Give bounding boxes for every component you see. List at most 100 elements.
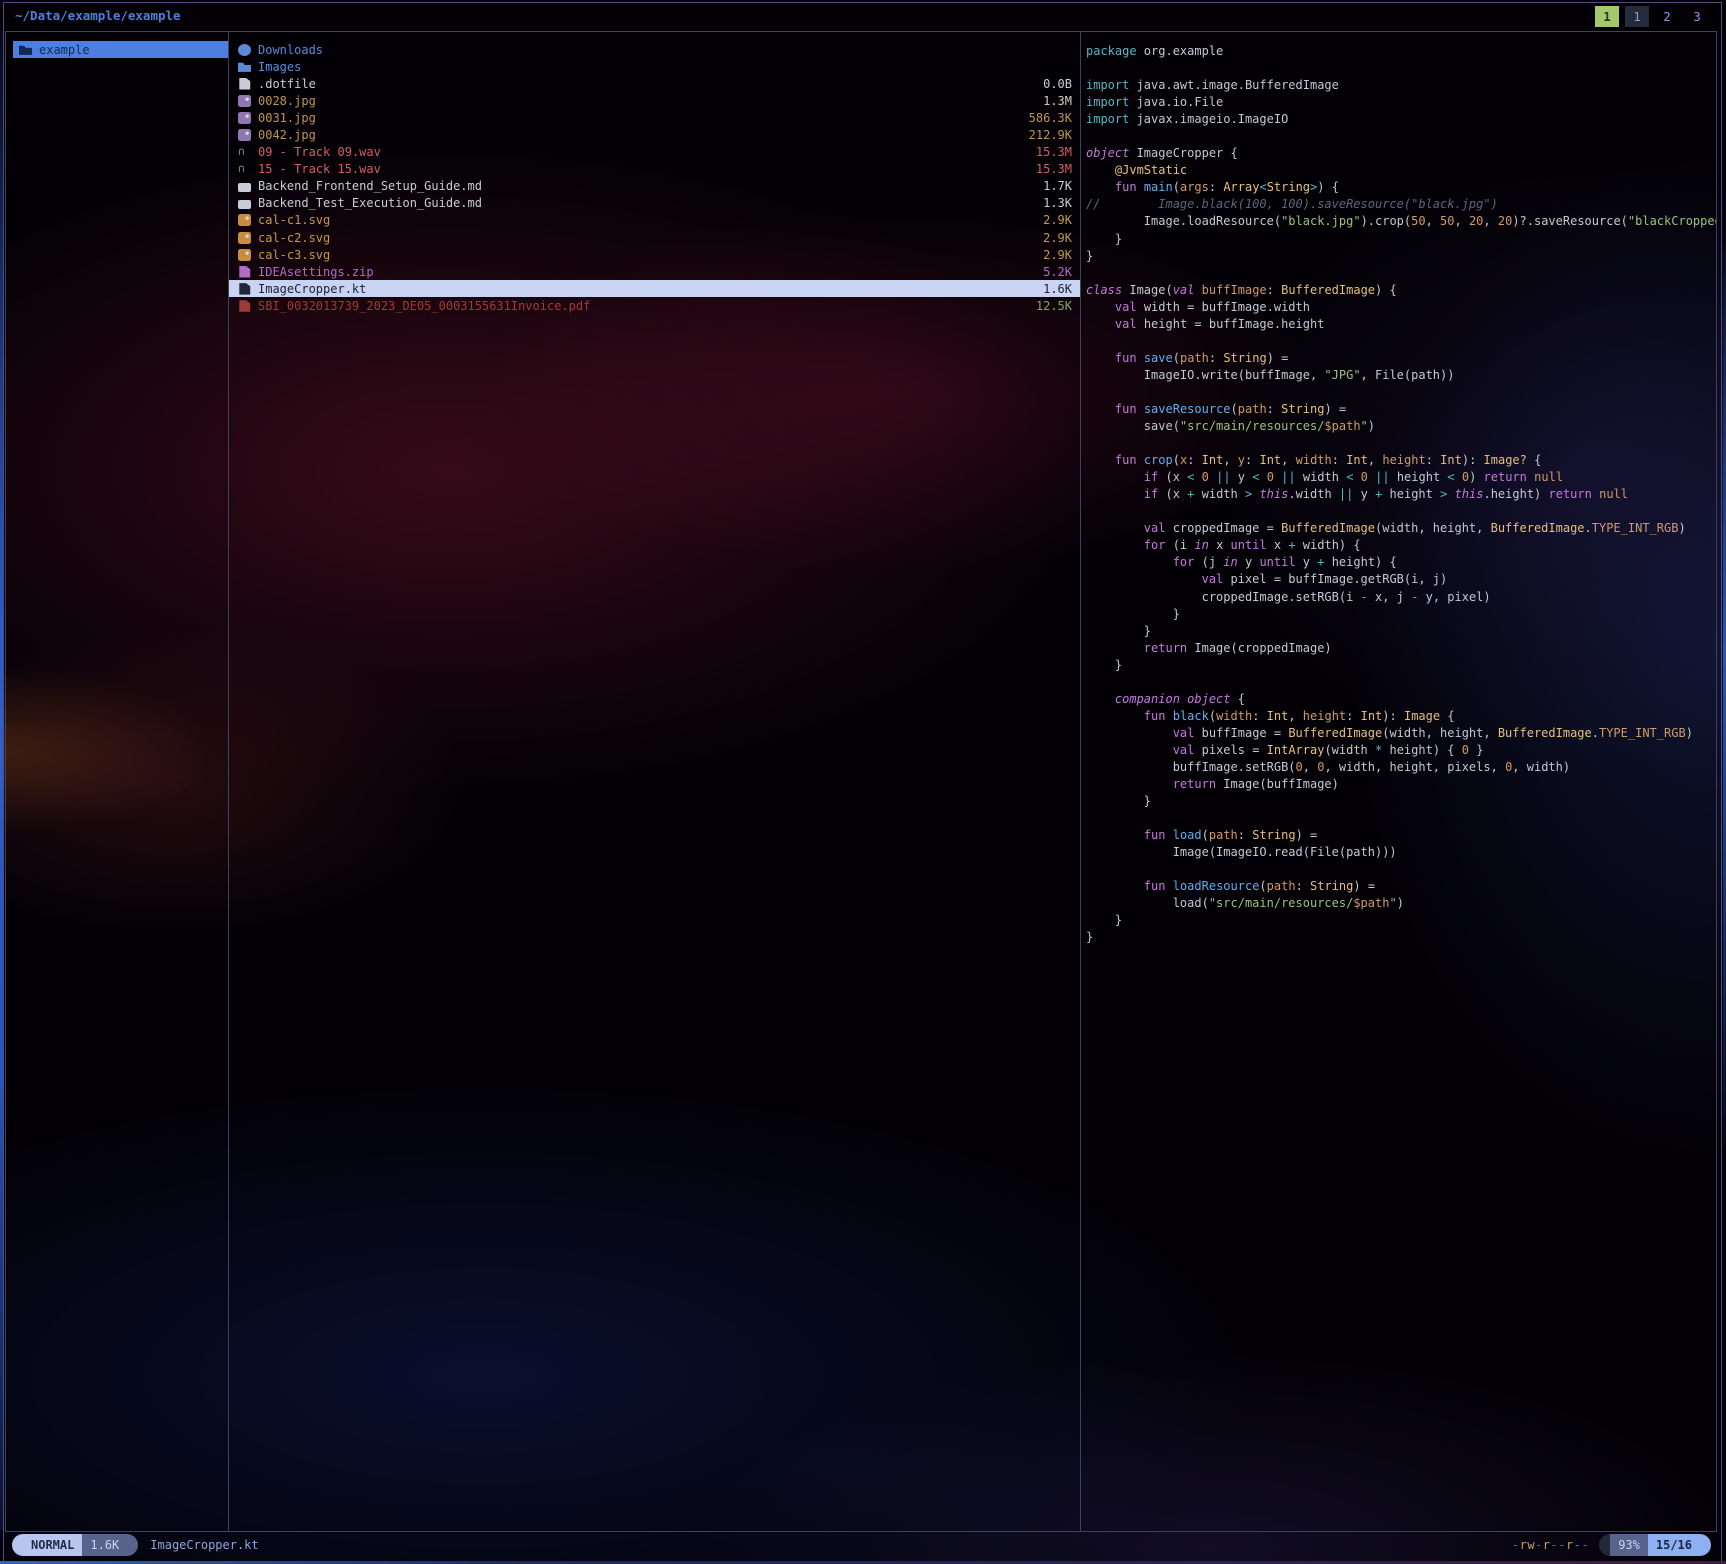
tab-1[interactable]: 1	[1595, 6, 1619, 27]
code-line: fun load(path: String) =	[1086, 827, 1716, 844]
file-row[interactable]: Backend_Test_Execution_Guide.md 1.3K	[229, 195, 1080, 212]
code-line: fun loadResource(path: String) =	[1086, 878, 1716, 895]
file-list: DownloadsImages.dotfile0.0B0028.jpg1.3M0…	[229, 32, 1080, 315]
file-size-badge: 1.6K	[82, 1534, 127, 1556]
file-row[interactable]: 0031.jpg586.3K	[229, 109, 1080, 126]
file-name: 09 - Track 09.wav	[258, 145, 381, 159]
tab-2[interactable]: 1	[1625, 6, 1649, 27]
code-line: fun saveResource(path: String) =	[1086, 401, 1716, 418]
file-name: Backend_Test_Execution_Guide.md	[258, 196, 482, 210]
file-row[interactable]: Images	[229, 58, 1080, 75]
code-line: ImageIO.write(buffImage, "JPG", File(pat…	[1086, 367, 1716, 384]
image-icon	[238, 249, 251, 261]
file-row[interactable]: cal-c1.svg2.9K	[229, 212, 1080, 229]
file-permissions: -rw-r--r--	[1512, 1538, 1589, 1552]
file-icon	[238, 78, 251, 90]
markdown-icon	[238, 183, 251, 192]
file-name: Backend_Frontend_Setup_Guide.md	[258, 179, 482, 193]
file-name: 0042.jpg	[258, 128, 316, 142]
code-line: @JvmStatic	[1086, 162, 1716, 179]
music-icon: ∩	[238, 163, 251, 175]
file-row[interactable]: SBI_0032013739_2023_DE05_0003155631Invoi…	[229, 297, 1080, 314]
pill-cap	[127, 1534, 138, 1556]
file-row[interactable]: ImageCropper.kt1.6K	[229, 280, 1080, 297]
file-preview-pane: package org.example import java.awt.imag…	[1081, 32, 1716, 1531]
code-line: val pixels = IntArray(width * height) { …	[1086, 742, 1716, 759]
tab-3[interactable]: 2	[1655, 6, 1679, 27]
code-line: val height = buffImage.height	[1086, 316, 1716, 333]
file-name: Images	[258, 60, 301, 74]
code-line: croppedImage.setRGB(i - x, j - y, pixel)	[1086, 589, 1716, 606]
code-line: return Image(buffImage)	[1086, 776, 1716, 793]
code-line: Image(ImageIO.read(File(path)))	[1086, 844, 1716, 861]
status-filename: ImageCropper.kt	[150, 1538, 258, 1552]
file-size: 0.0B	[1035, 77, 1072, 91]
pill-cap	[12, 1534, 23, 1556]
file-size: 12.5K	[1028, 299, 1072, 313]
code-line: save("src/main/resources/$path")	[1086, 418, 1716, 435]
code-line: fun black(width: Int, height: Int): Imag…	[1086, 708, 1716, 725]
file-row[interactable]: IDEAsettings.zip5.2K	[229, 263, 1080, 280]
code-line: for (j in y until y + height) {	[1086, 554, 1716, 571]
code-line: import javax.imageio.ImageIO	[1086, 111, 1716, 128]
file-size: 1.7K	[1035, 179, 1072, 193]
file-size: 2.9K	[1035, 248, 1072, 262]
code-line: }	[1086, 793, 1716, 810]
code-line: if (x < 0 || y < 0 || width < 0 || heigh…	[1086, 469, 1716, 486]
file-size: 1.3K	[1035, 196, 1072, 210]
code-line	[1086, 503, 1716, 520]
file-name: .dotfile	[258, 77, 316, 91]
code-line: fun main(args: Array<String>) {	[1086, 179, 1716, 196]
position-pill: 93% 15/16	[1599, 1534, 1711, 1556]
code-line: for (i in x until x + width) {	[1086, 537, 1716, 554]
code-line: }	[1086, 912, 1716, 929]
file-size: 15.3M	[1028, 162, 1072, 176]
code-line: Image.loadResource("black.jpg").crop(50,…	[1086, 213, 1716, 230]
code-line: }	[1086, 657, 1716, 674]
image-icon	[238, 129, 251, 141]
code-line	[1086, 128, 1716, 145]
image-icon	[238, 112, 251, 124]
tab-4[interactable]: 3	[1685, 6, 1709, 27]
code-line: package org.example	[1086, 43, 1716, 60]
file-row[interactable]: ∩15 - Track 15.wav15.3M	[229, 161, 1080, 178]
code-line	[1086, 60, 1716, 77]
pdf-icon	[238, 300, 251, 312]
parent-dir-item[interactable]: example	[13, 41, 228, 58]
code-line	[1086, 674, 1716, 691]
parent-directory-pane: example	[6, 32, 229, 1531]
file-name: 0031.jpg	[258, 111, 316, 125]
mode-pill: NORMAL 1.6K	[12, 1534, 138, 1556]
code-line	[1086, 435, 1716, 452]
code-line: val croppedImage = BufferedImage(width, …	[1086, 520, 1716, 537]
file-icon	[238, 283, 251, 295]
file-name: cal-c3.svg	[258, 248, 330, 262]
file-row[interactable]: Downloads	[229, 41, 1080, 58]
code-line	[1086, 384, 1716, 401]
image-icon	[238, 232, 251, 244]
file-size: 1.6K	[1035, 282, 1072, 296]
cursor-position-badge: 15/16	[1648, 1534, 1700, 1556]
file-row[interactable]: 0028.jpg1.3M	[229, 92, 1080, 109]
file-row[interactable]: .dotfile 0.0B	[229, 75, 1080, 92]
file-row[interactable]: 0042.jpg 212.9K	[229, 126, 1080, 143]
music-icon: ∩	[238, 146, 251, 158]
file-size: 212.9K	[1021, 128, 1072, 142]
code-line: }	[1086, 248, 1716, 265]
scroll-percent-badge: 93%	[1610, 1534, 1648, 1556]
code-line: buffImage.setRGB(0, 0, width, height, pi…	[1086, 759, 1716, 776]
pill-cap	[1599, 1534, 1610, 1556]
file-row[interactable]: cal-c3.svg 2.9K	[229, 246, 1080, 263]
code-line: if (x + width > this.width || y + height…	[1086, 486, 1716, 503]
parent-directory-list: example	[6, 32, 228, 58]
file-row[interactable]: Backend_Frontend_Setup_Guide.md 1.7K	[229, 178, 1080, 195]
status-bar: NORMAL 1.6K ImageCropper.kt -rw-r--r-- 9…	[4, 1531, 1721, 1559]
file-row[interactable]: ∩09 - Track 09.wav15.3M	[229, 144, 1080, 161]
code-line	[1086, 333, 1716, 350]
code-line	[1086, 861, 1716, 878]
code-line: val buffImage = BufferedImage(width, hei…	[1086, 725, 1716, 742]
terminal-window: ~/Data/example/example 1123 example Down…	[3, 2, 1722, 1562]
current-directory-pane: DownloadsImages.dotfile0.0B0028.jpg1.3M0…	[229, 32, 1081, 1531]
image-icon	[238, 95, 251, 107]
file-row[interactable]: cal-c2.svg2.9K	[229, 229, 1080, 246]
